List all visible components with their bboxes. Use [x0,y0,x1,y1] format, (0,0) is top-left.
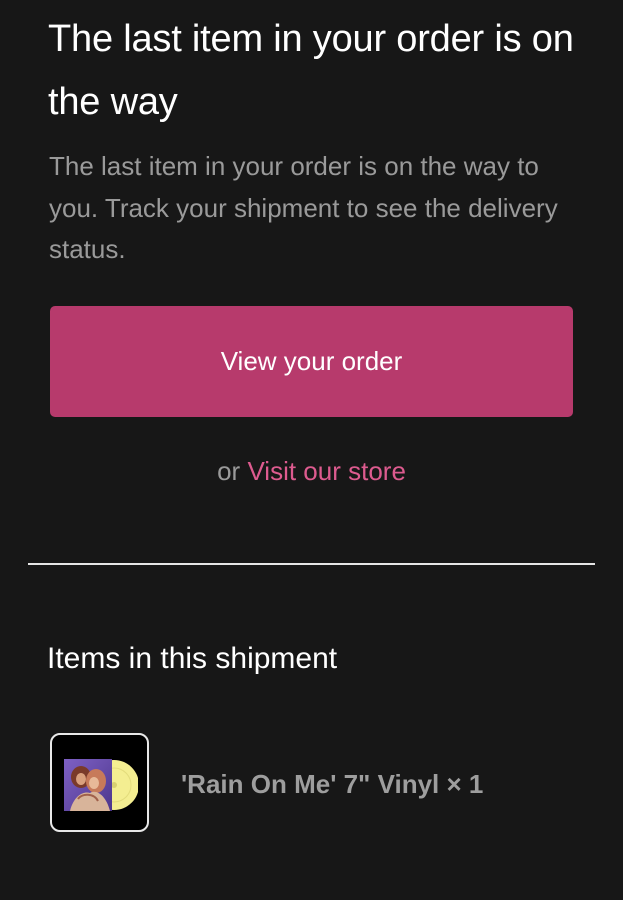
visit-store-link[interactable]: Visit our store [247,456,405,486]
view-order-button-label: View your order [220,346,403,376]
section-divider [28,563,595,565]
view-order-button[interactable]: View your order [50,306,573,417]
store-link-prefix: or [217,456,241,486]
email-body-text: The last item in your order is on the wa… [49,151,558,264]
shipment-items-heading: Items in this shipment [47,642,338,675]
email-headline: The last item in your order is on the wa… [48,18,574,123]
item-name: 'Rain On Me' 7" Vinyl × 1 [181,769,484,799]
product-thumbnail[interactable] [50,733,149,832]
vinyl-record-icon [64,759,138,811]
store-link-line: or Visit our store [0,449,623,493]
shipment-item: 'Rain On Me' 7" Vinyl × 1 [50,733,590,835]
